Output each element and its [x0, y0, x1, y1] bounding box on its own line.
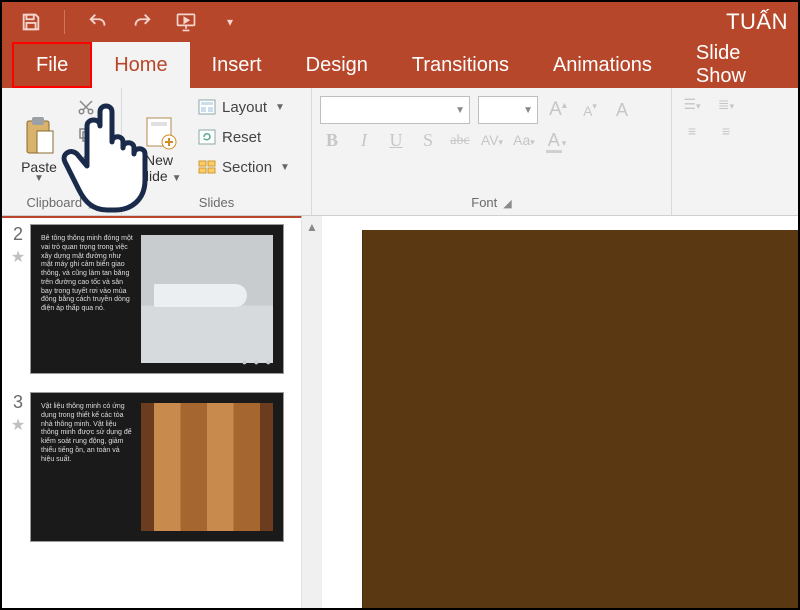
font-name-combo[interactable]: ▼	[320, 96, 470, 124]
bold-button[interactable]: B	[320, 130, 344, 151]
group-slides-label: Slides	[130, 193, 303, 213]
chevron-down-icon: ▼	[34, 173, 44, 184]
slide-canvas[interactable]	[362, 230, 798, 608]
tab-transitions[interactable]: Transitions	[390, 42, 531, 88]
thumbnail-image	[141, 235, 273, 363]
qat-divider	[64, 10, 65, 34]
slide-number: 2	[13, 224, 23, 245]
ribbon: Paste ▼ Clipboard ◢	[2, 88, 798, 216]
group-clipboard: Paste ▼ Clipboard ◢	[2, 88, 122, 215]
transition-star-icon: ★	[11, 415, 25, 435]
save-icon[interactable]	[20, 11, 42, 33]
group-clipboard-label: Clipboard	[26, 195, 82, 210]
thumbnail-scrollbar[interactable]: ▲	[302, 216, 322, 608]
thumbnail-row[interactable]: 2 ★ Bê tông thông minh đóng một vai trò …	[6, 224, 301, 374]
tab-animations[interactable]: Animations	[531, 42, 674, 88]
title-bar: ▾ TUẤN	[2, 2, 798, 42]
slide-thumbnail[interactable]: Bê tông thông minh đóng một vai trò quan…	[30, 224, 284, 374]
group-font: ▼ ▼ A▴ A▾ A B I U S abc AV▾ Aa▾ A▾ Font ◢	[312, 88, 672, 215]
underline-button[interactable]: U	[384, 130, 408, 151]
group-font-label: Font	[471, 195, 497, 210]
section-label: Section	[222, 159, 272, 176]
tab-home[interactable]: Home	[92, 42, 189, 88]
workspace: 2 ★ Bê tông thông minh đóng một vai trò …	[2, 216, 798, 608]
layout-label: Layout	[222, 99, 267, 116]
dialog-launcher-icon[interactable]: ◢	[503, 198, 511, 210]
numbering-icon[interactable]: ≣▾	[714, 96, 738, 113]
font-size-combo[interactable]: ▼	[478, 96, 538, 124]
tab-insert[interactable]: Insert	[190, 42, 284, 88]
character-spacing-button[interactable]: AV▾	[480, 132, 504, 150]
chevron-down-icon: ▼	[172, 173, 182, 184]
copy-icon[interactable]	[74, 124, 98, 146]
chevron-down-icon: ▼	[455, 105, 465, 116]
section-button[interactable]: Section ▼	[194, 154, 294, 180]
font-color-button[interactable]: A▾	[544, 130, 568, 151]
thumbnail-row[interactable]: 3 ★ Vật liệu thông minh có ứng dụng tron…	[6, 392, 301, 542]
cut-icon[interactable]	[74, 96, 98, 118]
ribbon-tabs: File Home Insert Design Transitions Anim…	[2, 42, 798, 88]
new-slide-label-2: Slide	[137, 168, 168, 184]
slide-number: 3	[13, 392, 23, 413]
reset-button[interactable]: Reset	[194, 124, 294, 150]
align-left-icon[interactable]: ≡	[680, 123, 704, 139]
transition-star-icon: ★	[11, 247, 25, 267]
slide-thumbnail-panel[interactable]: 2 ★ Bê tông thông minh đóng một vai trò …	[2, 215, 302, 608]
strikethrough-button[interactable]: abc	[448, 133, 472, 149]
tab-design[interactable]: Design	[284, 42, 390, 88]
new-slide-label-1: New	[145, 152, 173, 168]
tab-slideshow[interactable]: Slide Show	[674, 42, 798, 88]
slide-thumbnail[interactable]: Vật liệu thông minh có ứng dụng trong th…	[30, 392, 284, 542]
change-case-button[interactable]: Aa▾	[512, 132, 536, 150]
quick-access-toolbar: ▾	[2, 10, 241, 34]
increase-font-icon[interactable]: A▴	[546, 99, 570, 121]
redo-icon[interactable]	[131, 11, 153, 33]
clear-formatting-icon[interactable]: A	[610, 100, 634, 121]
paste-button[interactable]: Paste ▼	[10, 92, 68, 184]
thumbnail-text: Bê tông thông minh đóng một vai trò quan…	[41, 235, 133, 363]
dialog-launcher-icon[interactable]: ◢	[88, 198, 96, 210]
tab-file[interactable]: File	[12, 42, 92, 88]
italic-button[interactable]: I	[352, 130, 376, 151]
group-paragraph: ☰▾ ≣▾ ≡ ≡	[672, 88, 798, 215]
scroll-up-icon[interactable]: ▲	[306, 216, 318, 234]
thumbnail-text: Vật liệu thông minh có ứng dụng trong th…	[41, 403, 133, 531]
chevron-down-icon: ▼	[280, 162, 290, 173]
thumbnail-dots-icon: ● ● ●	[242, 357, 273, 367]
reset-label: Reset	[222, 129, 261, 146]
chevron-down-icon: ▼	[523, 105, 533, 116]
slideshow-from-start-icon[interactable]	[175, 11, 197, 33]
align-center-icon[interactable]: ≡	[714, 123, 738, 139]
text-shadow-button[interactable]: S	[416, 130, 440, 151]
format-painter-icon[interactable]	[74, 152, 98, 174]
qat-customize-icon[interactable]: ▾	[219, 11, 241, 33]
decrease-font-icon[interactable]: A▾	[578, 100, 602, 121]
layout-button[interactable]: Layout ▼	[194, 94, 294, 120]
new-slide-button[interactable]: New Slide ▼	[130, 92, 188, 184]
document-name: TUẤN	[726, 9, 798, 35]
slide-canvas-area	[322, 216, 798, 608]
undo-icon[interactable]	[87, 11, 109, 33]
thumbnail-image	[141, 403, 273, 531]
group-slides: New Slide ▼ Layout ▼ Reset Section ▼	[122, 88, 312, 215]
bullets-icon[interactable]: ☰▾	[680, 96, 704, 113]
chevron-down-icon: ▼	[275, 102, 285, 113]
